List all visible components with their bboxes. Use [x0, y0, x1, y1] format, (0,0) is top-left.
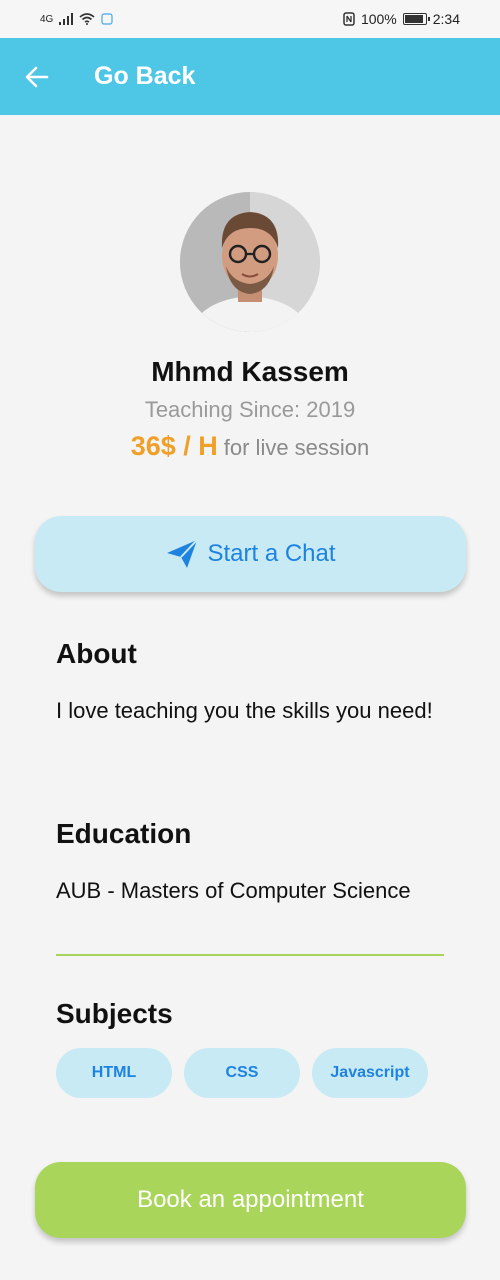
send-icon [167, 539, 199, 568]
battery-icon [402, 13, 430, 25]
book-appointment-button[interactable]: Book an appointment [35, 1162, 466, 1238]
subject-chips: HTML CSS Javascript [56, 1048, 428, 1098]
network-label: 4G [40, 13, 54, 25]
education-title: Education [56, 818, 192, 849]
subjects-title: Subjects [56, 998, 173, 1029]
hourly-price: 36$ / H [130, 431, 218, 461]
subject-chip-javascript[interactable]: Javascript [312, 1048, 428, 1098]
price-line: 36$ / Hfor live session [0, 431, 500, 462]
notification-app-icon [101, 13, 113, 25]
status-bar: 4G 100% 2:34 [0, 0, 500, 38]
avatar [180, 192, 320, 332]
price-suffix: for live session [223, 435, 370, 460]
subject-chip-css[interactable]: CSS [184, 1048, 300, 1098]
nfc-icon [343, 12, 355, 26]
about-title: About [56, 638, 137, 669]
start-chat-button[interactable]: Start a Chat [35, 516, 466, 592]
about-text: I love teaching you the skills you need! [56, 698, 433, 723]
subject-chip-html[interactable]: HTML [56, 1048, 172, 1098]
start-chat-label: Start a Chat [207, 540, 336, 567]
education-divider [56, 954, 444, 956]
back-arrow-icon[interactable] [24, 64, 50, 90]
status-left: 4G [40, 13, 113, 25]
book-appointment-label: Book an appointment [137, 1186, 364, 1213]
go-back-title[interactable]: Go Back [94, 62, 195, 91]
teaching-since: Teaching Since: 2019 [144, 397, 356, 422]
signal-icon [59, 13, 74, 25]
wifi-icon [79, 13, 95, 25]
battery-percent: 100% [360, 11, 397, 27]
education-text: AUB - Masters of Computer Science [56, 878, 411, 903]
status-right: 100% 2:34 [343, 11, 460, 27]
top-app-bar: Go Back [0, 38, 500, 115]
status-time: 2:34 [432, 11, 460, 27]
tutor-name: Mhmd Kassem [151, 356, 349, 387]
